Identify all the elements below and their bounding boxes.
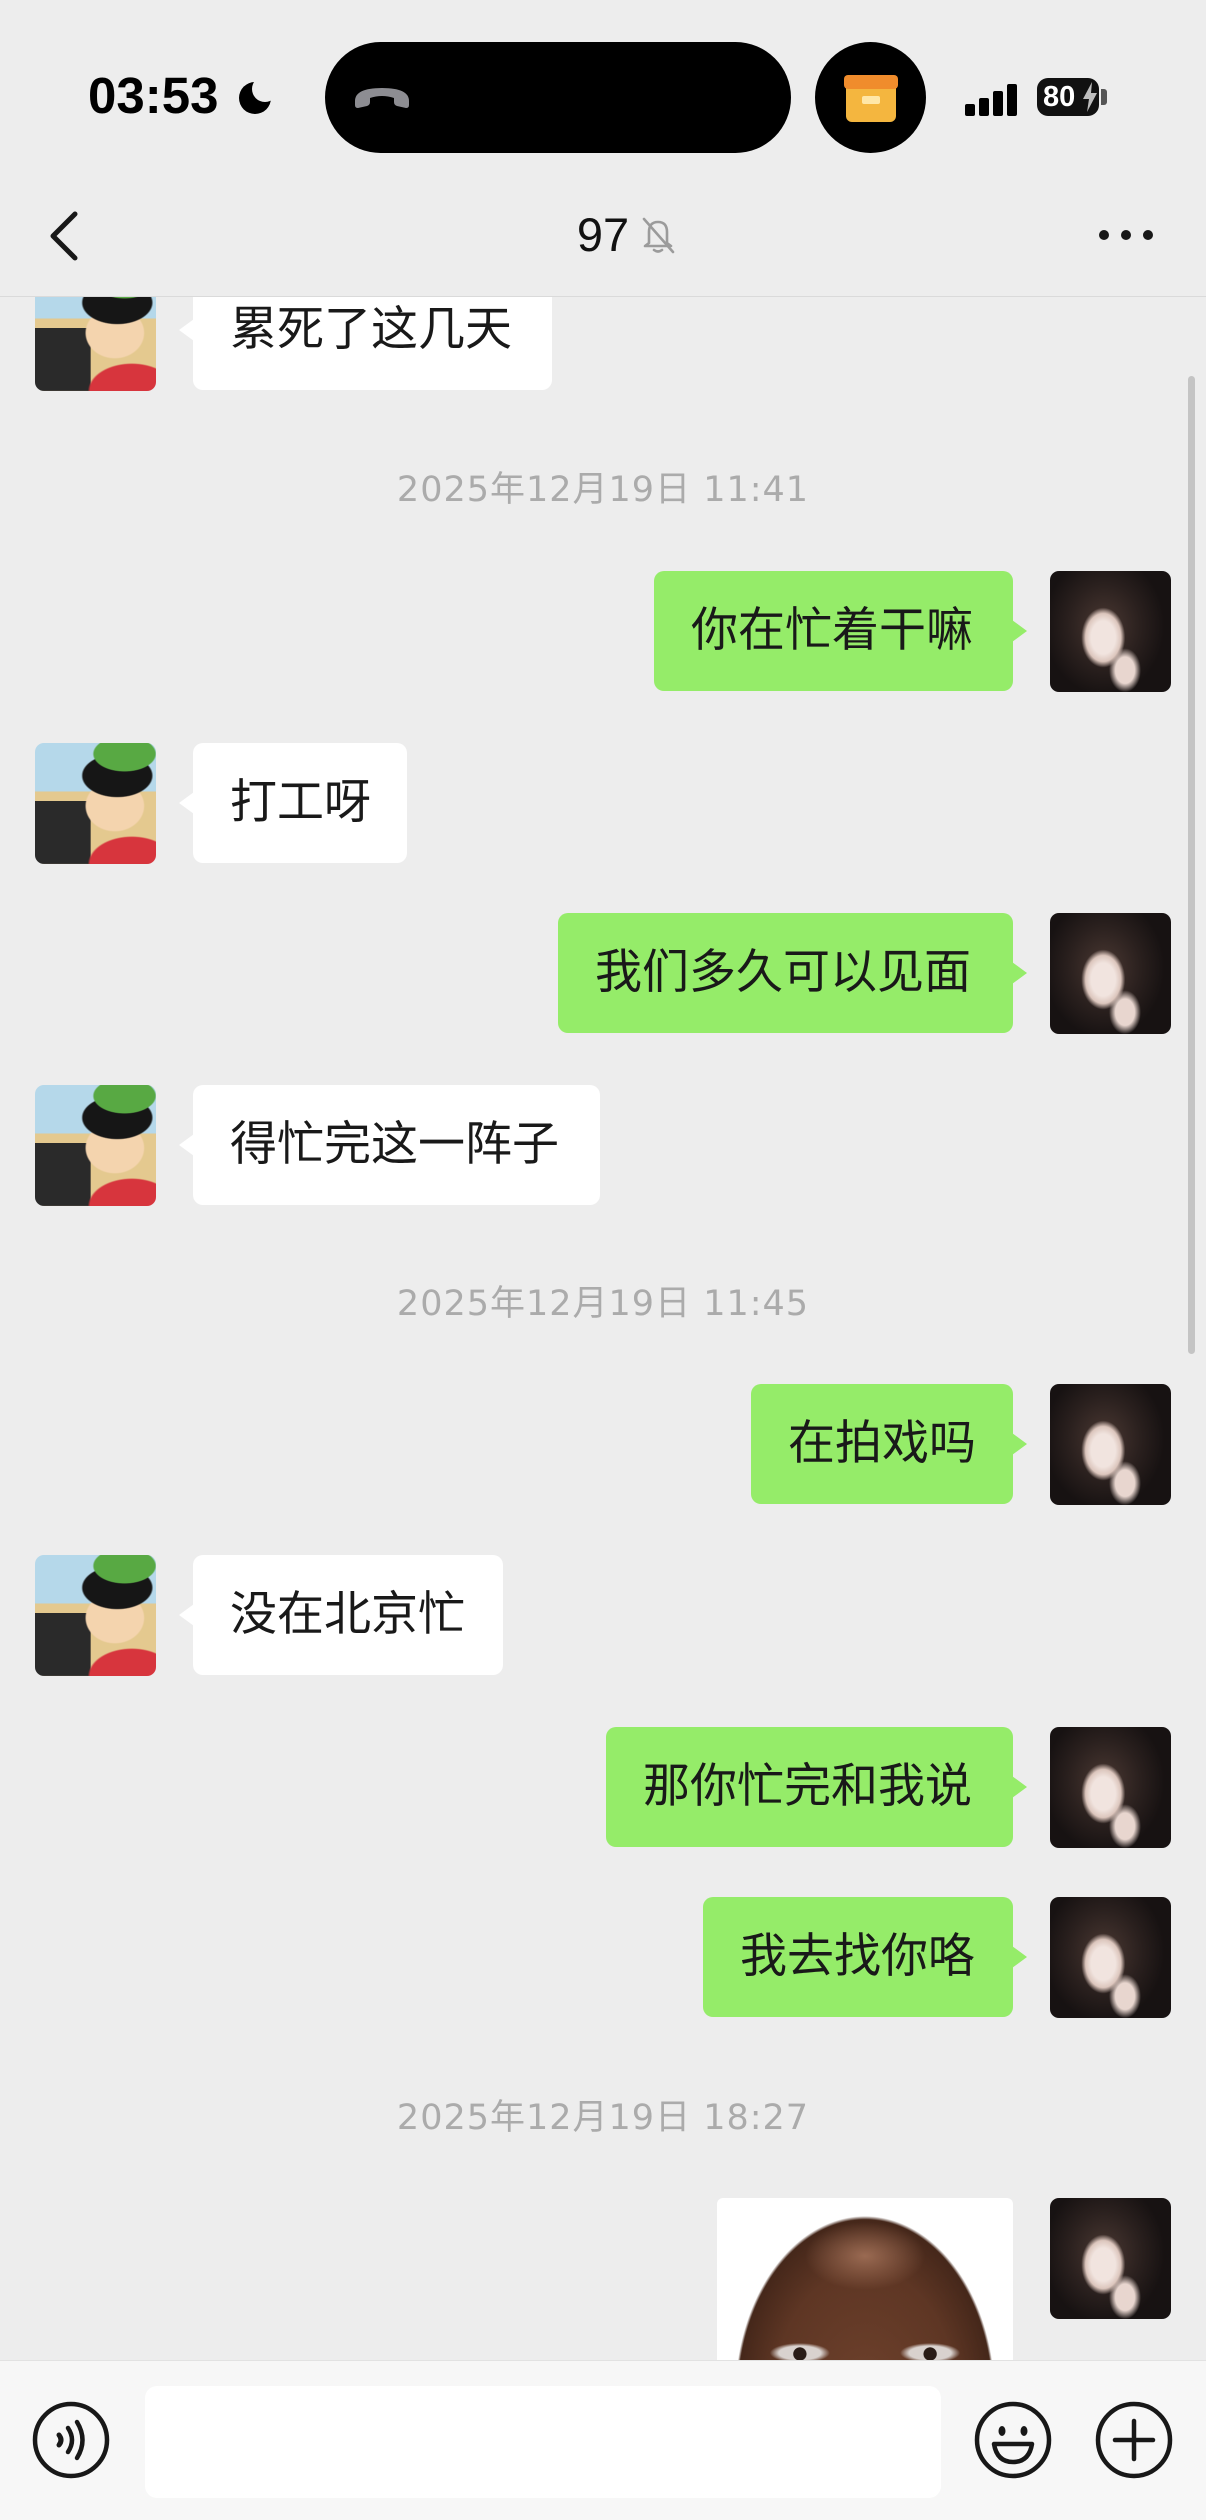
image-message[interactable] <box>717 2198 1013 2368</box>
message-text: 在拍戏吗 <box>788 1416 976 1471</box>
message-bubble-outgoing[interactable]: 我去找你咯 <box>703 1897 1027 2017</box>
chevron-left-icon[interactable] <box>48 210 80 262</box>
contact-avatar[interactable] <box>35 1085 156 1206</box>
charging-bolt-icon <box>1083 82 1097 112</box>
voice-icon[interactable] <box>31 2400 111 2480</box>
input-bar <box>0 2360 1206 2520</box>
phone-handset-icon <box>355 88 409 108</box>
my-avatar[interactable] <box>1050 1727 1171 1848</box>
message-bubble-incoming[interactable]: 打工呀 <box>179 743 407 863</box>
message-row: 我们多久可以见面 <box>0 913 1206 1034</box>
my-avatar[interactable] <box>1050 571 1171 692</box>
dynamic-island[interactable] <box>325 42 791 153</box>
message-bubble-outgoing[interactable]: 我们多久可以见面 <box>558 913 1027 1033</box>
chat-screen: 03:53 80 97 累死了这几天 2025年12月19日 11:41 你在忙… <box>0 0 1206 2520</box>
battery-percent: 80 <box>1043 81 1076 113</box>
bell-slash-icon <box>642 217 675 254</box>
message-row: 那你忙完和我说 <box>0 1727 1206 1848</box>
battery-icon: 80 <box>1037 78 1099 116</box>
message-bubble-outgoing[interactable]: 你在忙着干嘛 <box>654 571 1027 691</box>
message-bubble-incoming[interactable]: 得忙完这一阵子 <box>179 1085 600 1205</box>
header: 03:53 80 97 <box>0 0 1206 297</box>
emoji-icon[interactable] <box>973 2400 1053 2480</box>
message-text: 没在北京忙 <box>230 1587 465 1642</box>
message-timestamp: 2025年12月19日 11:45 <box>396 1284 810 1324</box>
message-row <box>0 2198 1206 2368</box>
my-avatar[interactable] <box>1050 1384 1171 1505</box>
more-dots-icon[interactable] <box>1096 228 1156 242</box>
message-bubble-outgoing[interactable]: 在拍戏吗 <box>751 1384 1027 1504</box>
moon-icon <box>239 77 274 114</box>
message-input[interactable] <box>145 2386 941 2498</box>
message-text: 那你忙完和我说 <box>643 1759 972 1814</box>
message-text: 我去找你咯 <box>740 1929 975 1984</box>
battery-nub <box>1101 89 1107 105</box>
live-activity[interactable] <box>815 42 926 153</box>
message-text: 打工呀 <box>230 775 371 830</box>
scrollbar[interactable] <box>1188 376 1195 1354</box>
message-bubble-incoming[interactable]: 没在北京忙 <box>179 1555 503 1675</box>
message-row: 在拍戏吗 <box>0 1384 1206 1505</box>
message-bubble-outgoing[interactable]: 那你忙完和我说 <box>606 1727 1027 1847</box>
message-timestamp: 2025年12月19日 11:41 <box>396 470 810 510</box>
my-avatar[interactable] <box>1050 2198 1171 2319</box>
message-text: 你在忙着干嘛 <box>691 603 973 658</box>
message-text: 我们多久可以见面 <box>595 945 971 1000</box>
contact-avatar[interactable] <box>35 743 156 864</box>
plus-icon[interactable] <box>1094 2400 1174 2480</box>
status-time: 03:53 <box>88 67 219 124</box>
message-text: 累死了这几天 <box>230 302 512 357</box>
signal-icon <box>965 84 1017 116</box>
package-icon <box>844 75 898 122</box>
message-timestamp: 2025年12月19日 18:27 <box>396 2098 810 2138</box>
my-avatar[interactable] <box>1050 913 1171 1034</box>
message-row: 打工呀 <box>0 743 1206 864</box>
message-row: 没在北京忙 <box>0 1555 1206 1676</box>
message-row: 我去找你咯 <box>0 1897 1206 2018</box>
my-avatar[interactable] <box>1050 1897 1171 2018</box>
message-text: 得忙完这一阵子 <box>230 1117 559 1172</box>
message-row: 得忙完这一阵子 <box>0 1085 1206 1206</box>
contact-avatar[interactable] <box>35 1555 156 1676</box>
message-row: 你在忙着干嘛 <box>0 571 1206 692</box>
